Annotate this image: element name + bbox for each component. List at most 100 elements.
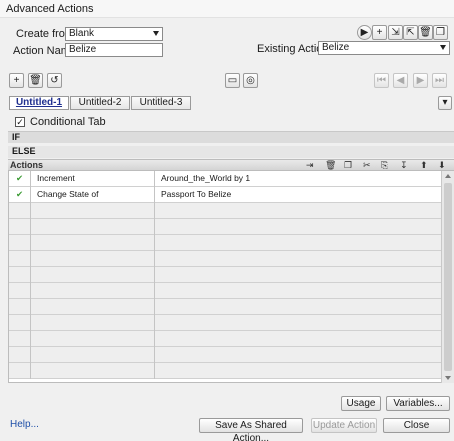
empty-cell <box>9 251 31 267</box>
save-shared-action-button[interactable]: Save As Shared Action... <box>199 418 303 441</box>
delete-row-icon[interactable]: 🗑 <box>325 160 336 171</box>
empty-cell <box>155 283 441 299</box>
empty-cell <box>155 203 441 219</box>
empty-cell <box>155 363 441 379</box>
help-link[interactable]: Help... <box>10 419 39 430</box>
play-icon[interactable]: ▶ <box>357 25 372 40</box>
next-icon[interactable]: ▶ <box>413 73 428 88</box>
params-cell[interactable]: Around_the_World by 1 <box>155 171 441 187</box>
empty-cell <box>9 203 31 219</box>
chevron-down-icon <box>440 45 446 50</box>
insert-after-icon[interactable]: ↧ <box>400 160 408 171</box>
create-from-select[interactable]: Blank <box>65 27 163 41</box>
empty-cell <box>9 283 31 299</box>
action-cell[interactable]: Increment <box>31 171 155 187</box>
empty-cell <box>155 267 441 283</box>
empty-cell <box>31 251 155 267</box>
usage-button[interactable]: Usage <box>341 396 381 411</box>
table-row-empty[interactable] <box>9 315 441 331</box>
tab-untitled-3[interactable]: Untitled-3 <box>131 96 191 110</box>
table-row-empty[interactable] <box>9 363 441 379</box>
empty-cell <box>9 267 31 283</box>
empty-cell <box>9 363 31 379</box>
empty-cell <box>9 331 31 347</box>
empty-cell <box>9 235 31 251</box>
conditional-checkbox[interactable]: ✓ <box>15 117 25 127</box>
table-row-empty[interactable] <box>9 299 441 315</box>
add-tab-icon[interactable]: + <box>9 73 24 88</box>
empty-cell <box>155 235 441 251</box>
close-button[interactable]: Close <box>383 418 450 433</box>
table-row-empty[interactable] <box>9 267 441 283</box>
tab-untitled-1[interactable]: Untitled-1 <box>9 96 69 110</box>
scroll-down-icon[interactable] <box>445 376 451 380</box>
update-action-button[interactable]: Update Action <box>311 418 377 433</box>
first-icon[interactable]: ⏮ <box>374 73 389 88</box>
preview-icon[interactable]: ◎ <box>243 73 258 88</box>
move-down-icon[interactable]: ⬇ <box>438 160 446 171</box>
table-row-empty[interactable] <box>9 331 441 347</box>
tabs-menu-icon[interactable]: ▾ <box>438 96 452 110</box>
save-template-icon[interactable]: ▭ <box>225 73 240 88</box>
check-icon: ✔ <box>9 187 31 203</box>
prev-icon[interactable]: ◀ <box>393 73 408 88</box>
table-row-empty[interactable] <box>9 235 441 251</box>
conditional-label: Conditional Tab <box>30 116 106 128</box>
empty-cell <box>31 331 155 347</box>
table-row[interactable]: ✔ Change State of Passport To Belize <box>9 187 441 203</box>
empty-cell <box>155 251 441 267</box>
create-from-value: Blank <box>69 28 95 39</box>
trash-icon[interactable]: 🗑 <box>418 25 433 40</box>
empty-cell <box>9 299 31 315</box>
empty-cell <box>31 315 155 331</box>
empty-cell <box>9 219 31 235</box>
actions-header: Actions ⇥ 🗑 ❐ ✂ ⎘ ↧ ⬆ ⬇ <box>8 159 454 171</box>
else-section[interactable]: ELSE <box>8 146 454 158</box>
chevron-down-icon <box>153 31 159 36</box>
empty-cell <box>9 315 31 331</box>
empty-cell <box>31 283 155 299</box>
empty-cell <box>31 347 155 363</box>
empty-cell <box>31 203 155 219</box>
table-row-empty[interactable] <box>9 251 441 267</box>
empty-cell <box>155 331 441 347</box>
params-cell[interactable]: Passport To Belize <box>155 187 441 203</box>
move-up-icon[interactable]: ⬆ <box>420 160 428 171</box>
actions-label: Actions <box>10 160 44 170</box>
variables-button[interactable]: Variables... <box>386 396 450 411</box>
empty-cell <box>155 347 441 363</box>
check-icon: ✔ <box>9 171 31 187</box>
empty-cell <box>155 219 441 235</box>
import-icon[interactable]: ⇲ <box>388 25 403 40</box>
window-title: Advanced Actions <box>0 0 454 18</box>
copy-row-icon[interactable]: ❐ <box>344 160 352 171</box>
last-icon[interactable]: ⏭ <box>432 73 447 88</box>
export-icon[interactable]: ⇱ <box>403 25 418 40</box>
paste-row-icon[interactable]: ⎘ <box>381 160 388 171</box>
empty-cell <box>31 219 155 235</box>
duplicate-icon[interactable]: ❐ <box>433 25 448 40</box>
empty-cell <box>31 235 155 251</box>
if-section[interactable]: IF <box>8 131 454 143</box>
empty-cell <box>31 363 155 379</box>
tab-untitled-2[interactable]: Untitled-2 <box>70 96 130 110</box>
table-row-empty[interactable] <box>9 203 441 219</box>
action-cell[interactable]: Change State of <box>31 187 155 203</box>
table-row[interactable]: ✔ Increment Around_the_World by 1 <box>9 171 441 187</box>
add-icon[interactable]: + <box>372 25 387 40</box>
empty-cell <box>31 267 155 283</box>
cut-row-icon[interactable]: ✂ <box>363 160 371 171</box>
existing-actions-value: Belize <box>322 42 350 53</box>
table-row-empty[interactable] <box>9 283 441 299</box>
delete-tab-icon[interactable]: 🗑 <box>28 73 43 88</box>
action-name-input[interactable]: Belize <box>65 43 163 57</box>
existing-actions-select[interactable]: Belize <box>318 41 450 55</box>
reset-icon[interactable]: ↺ <box>47 73 62 88</box>
vertical-scrollbar[interactable] <box>441 171 454 383</box>
insert-row-icon[interactable]: ⇥ <box>306 160 314 171</box>
empty-cell <box>9 347 31 363</box>
table-row-empty[interactable] <box>9 347 441 363</box>
scroll-thumb[interactable] <box>444 183 452 371</box>
table-row-empty[interactable] <box>9 219 441 235</box>
scroll-up-icon[interactable] <box>445 174 451 178</box>
